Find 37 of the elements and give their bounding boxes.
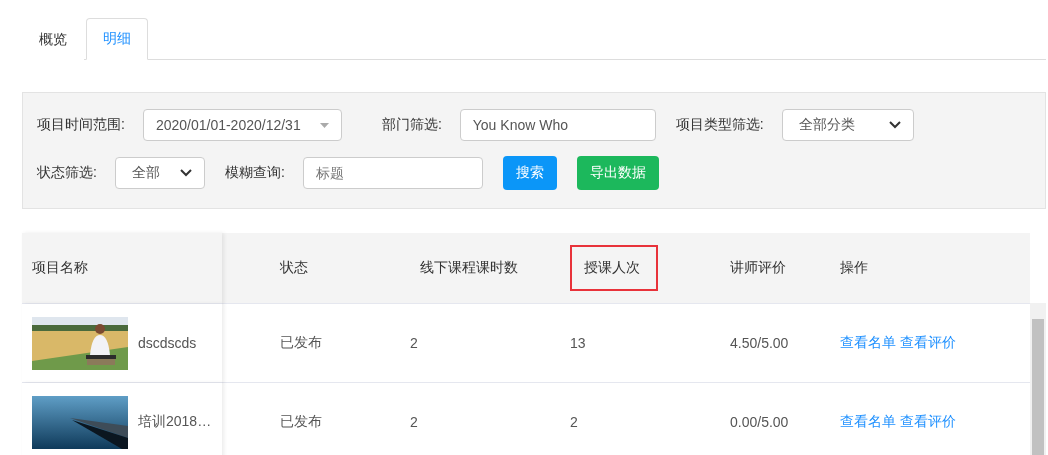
project-name: 培训2018… bbox=[138, 413, 212, 431]
scrollbar[interactable] bbox=[1030, 303, 1046, 455]
column-header: 操作 bbox=[840, 259, 868, 277]
select-field[interactable]: 全部分类 bbox=[781, 109, 914, 141]
action-link[interactable]: 查看评价 bbox=[900, 413, 956, 431]
table-cell: 0.00/5.00 bbox=[730, 414, 789, 430]
filter-label: 模糊查询: bbox=[224, 164, 285, 182]
table-cell: 4.50/5.00 bbox=[730, 335, 789, 351]
table-cell: 已发布 bbox=[280, 413, 322, 431]
table-cell: 2 bbox=[570, 414, 578, 430]
table-cell: 13 bbox=[570, 335, 586, 351]
select-field[interactable]: 全部 bbox=[114, 157, 205, 189]
chevron-down-icon bbox=[179, 169, 192, 177]
column-header: 讲师评价 bbox=[730, 259, 786, 277]
column-header: 授课人次 bbox=[570, 245, 658, 291]
chevron-down-icon bbox=[888, 121, 901, 129]
table-cell: 已发布 bbox=[280, 334, 322, 352]
filter-label: 项目类型筛选: bbox=[675, 116, 764, 134]
export-button[interactable]: 导出数据 bbox=[576, 156, 659, 190]
search-button[interactable]: 搜索 bbox=[502, 156, 557, 190]
project-name: dscdscds bbox=[138, 335, 197, 351]
table-cell: 2 bbox=[410, 414, 418, 430]
filter-label: 状态筛选: bbox=[37, 164, 97, 182]
column-header: 线下课程课时数 bbox=[420, 259, 518, 277]
date-range-field[interactable]: 2020/01/01-2020/12/31 bbox=[142, 109, 342, 141]
tab[interactable]: 明细 bbox=[86, 18, 148, 60]
column-header: 状态 bbox=[280, 259, 308, 277]
caret-down-icon bbox=[319, 122, 329, 128]
column-header: 项目名称 bbox=[32, 259, 88, 277]
input-field[interactable]: 标题 bbox=[302, 157, 483, 189]
action-link[interactable]: 查看名单 bbox=[840, 334, 896, 352]
table-cell: 2 bbox=[410, 335, 418, 351]
input-field[interactable]: You Know Who bbox=[459, 109, 656, 141]
action-link[interactable]: 查看名单 bbox=[840, 413, 896, 431]
action-link[interactable]: 查看评价 bbox=[900, 334, 956, 352]
filter-label: 部门筛选: bbox=[381, 116, 442, 134]
filter-label: 项目时间范围: bbox=[37, 116, 125, 134]
